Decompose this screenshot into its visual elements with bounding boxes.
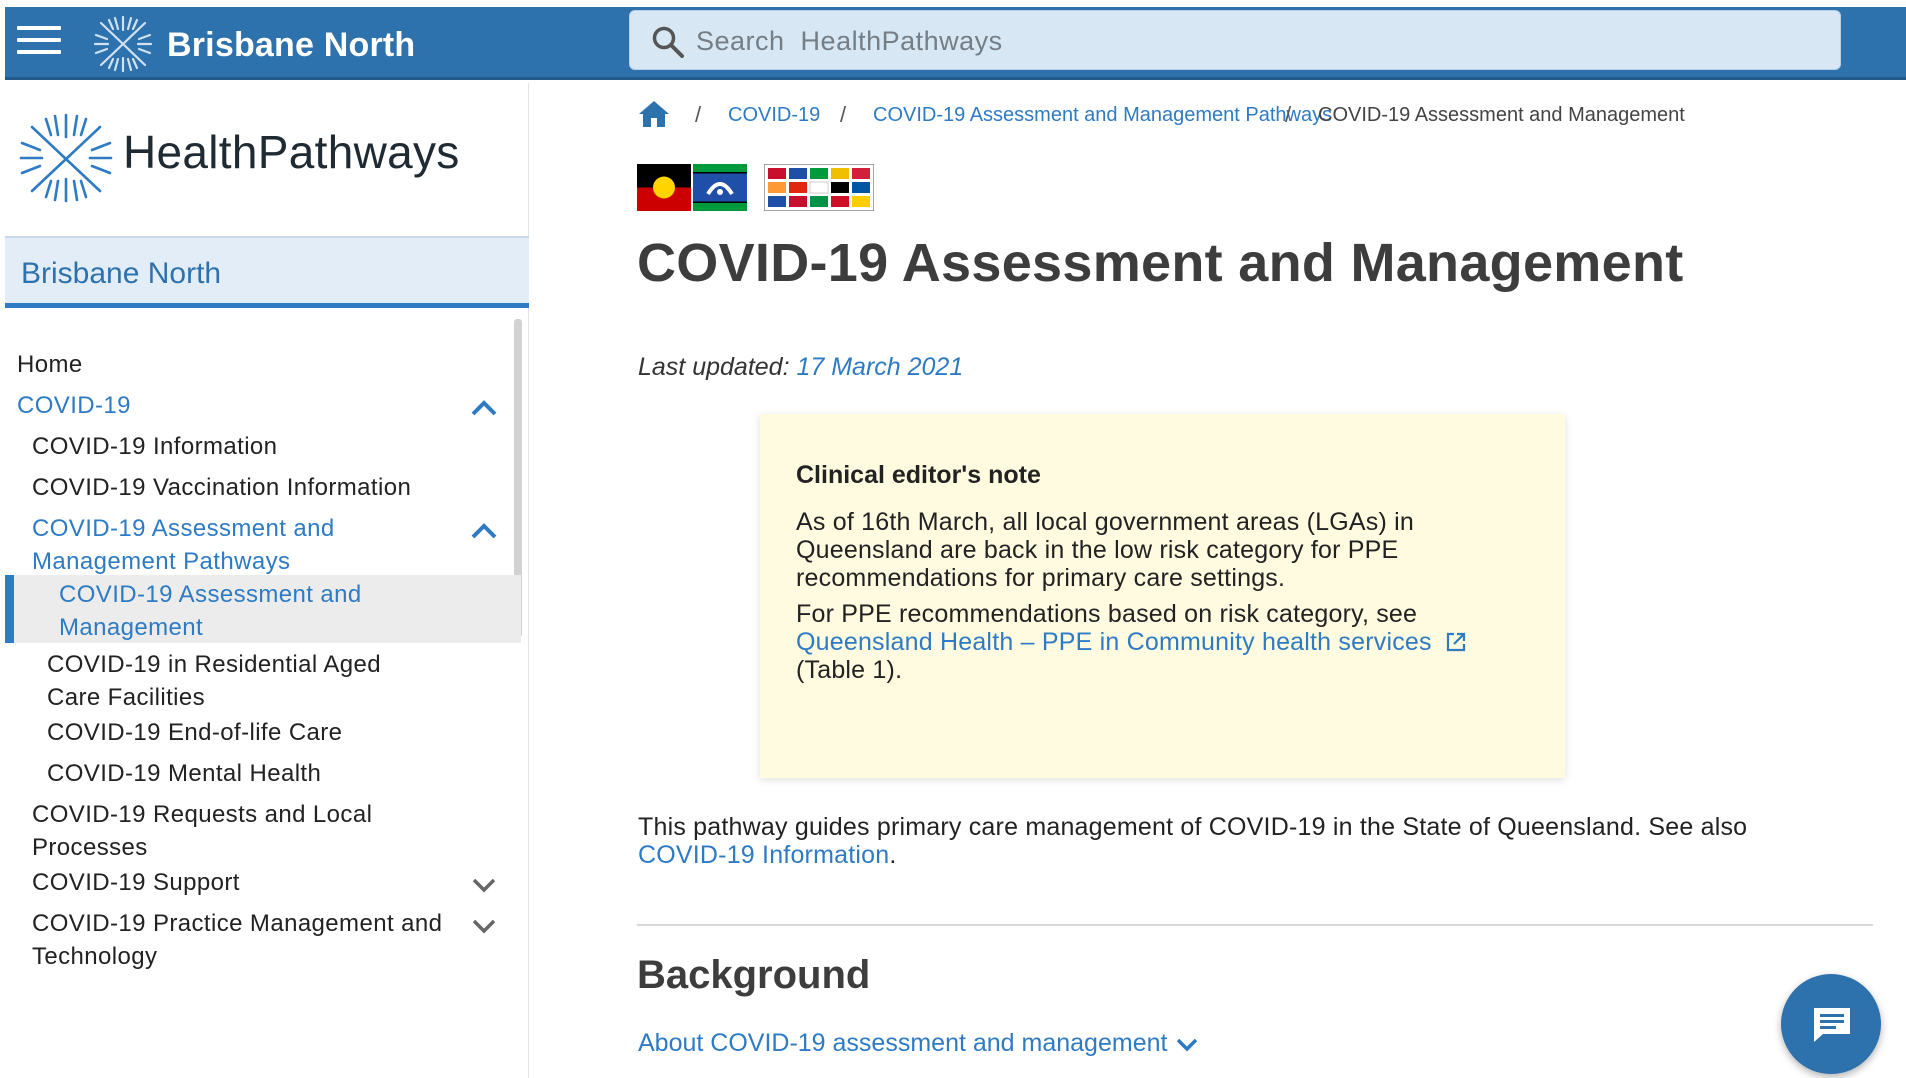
page-title: COVID-19 Assessment and Management bbox=[637, 233, 1684, 293]
breadcrumb-separator: / bbox=[695, 102, 702, 127]
chevron-down-icon[interactable] bbox=[469, 915, 499, 937]
sidebar-item-practice-management[interactable]: COVID-19 Practice Management and Technol… bbox=[5, 907, 521, 973]
chat-button[interactable] bbox=[1781, 974, 1881, 1074]
region-bar[interactable]: Brisbane North bbox=[5, 236, 529, 308]
intro-line: This pathway guides primary care managem… bbox=[638, 813, 1748, 841]
sidebar-item-covid19-information[interactable]: COVID-19 Information bbox=[5, 430, 521, 463]
breadcrumb-covid19[interactable]: COVID-19 bbox=[728, 104, 820, 127]
sidebar-item-label: COVID-19 Information bbox=[32, 433, 278, 460]
sidebar-item-residential-aged-care[interactable]: COVID-19 in Residential Aged Care Facili… bbox=[5, 648, 521, 714]
sidebar-item-label: COVID-19 bbox=[17, 392, 131, 419]
chevron-down-icon bbox=[1177, 1038, 1198, 1052]
chevron-up-icon[interactable] bbox=[469, 397, 499, 419]
chevron-up-icon[interactable] bbox=[469, 520, 499, 542]
region-label: Brisbane North bbox=[21, 257, 222, 290]
last-updated-date[interactable]: 17 March 2021 bbox=[796, 353, 963, 381]
sidebar-item-covid19-vaccination[interactable]: COVID-19 Vaccination Information bbox=[5, 471, 521, 504]
sidebar-item-label: COVID-19 Assessment and Management Pathw… bbox=[32, 515, 335, 575]
sidebar-item-label: COVID-19 Mental Health bbox=[47, 760, 322, 787]
sidebar-item-home[interactable]: Home bbox=[5, 348, 521, 381]
sidebar-item-mental-health[interactable]: COVID-19 Mental Health bbox=[5, 757, 521, 790]
sidebar-item-label: COVID-19 Vaccination Information bbox=[32, 474, 412, 501]
sidebar-item-label: COVID-19 in Residential Aged Care Facili… bbox=[47, 651, 382, 711]
multicultural-flags-icon[interactable] bbox=[764, 164, 874, 211]
hamburger-menu-icon[interactable] bbox=[17, 26, 61, 62]
sidebar-item-label: COVID-19 Support bbox=[32, 869, 240, 896]
sidebar-item-covid19[interactable]: COVID-19 bbox=[5, 389, 521, 422]
sidebar-item-assessment-management[interactable]: COVID-19 Assessment and Management bbox=[5, 575, 521, 643]
search-icon[interactable] bbox=[651, 25, 685, 59]
note-line: As of 16th March, all local government a… bbox=[796, 508, 1415, 536]
home-icon[interactable] bbox=[637, 98, 671, 130]
sidebar-item-end-of-life[interactable]: COVID-19 End-of-life Care bbox=[5, 716, 521, 749]
divider bbox=[637, 924, 1873, 926]
sidebar-item-label: COVID-19 Practice Management and Technol… bbox=[32, 910, 443, 970]
note-line: Queensland are back in the low risk cate… bbox=[796, 536, 1399, 564]
note-title: Clinical editor's note bbox=[796, 461, 1041, 489]
breadcrumb-assessment-pathways[interactable]: COVID-19 Assessment and Management Pathw… bbox=[873, 104, 1332, 127]
intro-paragraph: This pathway guides primary care managem… bbox=[638, 813, 1888, 869]
last-updated: Last updated: 17 March 2021 bbox=[638, 353, 963, 382]
chat-icon bbox=[1814, 1008, 1850, 1042]
breadcrumb-current: COVID-19 Assessment and Management bbox=[1318, 104, 1685, 126]
sidebar-item-requests-local[interactable]: COVID-19 Requests and Local Processes bbox=[5, 798, 521, 864]
sidebar-nav: Home COVID-19 COVID-19 Information COVID… bbox=[5, 313, 522, 1078]
sidebar-item-label: Home bbox=[17, 351, 83, 378]
qh-ppe-link[interactable]: Queensland Health – PPE in Community hea… bbox=[796, 628, 1432, 656]
region-title[interactable]: Brisbane North bbox=[167, 26, 415, 65]
sidebar-item-label: COVID-19 Requests and Local Processes bbox=[32, 801, 373, 861]
main-content: / COVID-19 / COVID-19 Assessment and Man… bbox=[530, 83, 1906, 1078]
note-line: recommendations for primary care setting… bbox=[796, 564, 1286, 592]
note-paragraph-2: For PPE recommendations based on risk ca… bbox=[796, 600, 1467, 684]
note-paragraph-1: As of 16th March, all local government a… bbox=[796, 508, 1414, 592]
search-input[interactable] bbox=[696, 21, 1796, 61]
indigenous-flags-icon[interactable] bbox=[637, 164, 747, 211]
brand-name[interactable]: HealthPathways bbox=[123, 125, 460, 179]
section-heading-background: Background bbox=[637, 953, 871, 997]
last-updated-label: Last updated: bbox=[638, 353, 790, 381]
healthpathways-logo-icon bbox=[93, 15, 153, 73]
breadcrumb-separator: / bbox=[840, 102, 847, 127]
sidebar-item-label: COVID-19 Assessment and Management bbox=[59, 581, 362, 641]
healthpathways-logo-icon[interactable] bbox=[18, 113, 114, 203]
covid19-information-link[interactable]: COVID-19 Information bbox=[638, 841, 889, 869]
chevron-down-icon[interactable] bbox=[469, 874, 499, 896]
clinical-editor-note: Clinical editor's note As of 16th March,… bbox=[760, 414, 1565, 778]
note-line: For PPE recommendations based on risk ca… bbox=[796, 600, 1418, 628]
note-line: (Table 1). bbox=[796, 656, 903, 684]
sidebar: HealthPathways Brisbane North Home COVID… bbox=[5, 83, 529, 1078]
expander-label: About COVID-19 assessment and management bbox=[638, 1029, 1168, 1057]
top-bar: Brisbane North bbox=[5, 7, 1906, 80]
intro-end: . bbox=[889, 841, 897, 869]
sidebar-item-assessment-pathways[interactable]: COVID-19 Assessment and Management Pathw… bbox=[5, 512, 521, 578]
search-box[interactable] bbox=[629, 10, 1841, 70]
breadcrumb-separator: / bbox=[1285, 102, 1292, 127]
sidebar-item-support[interactable]: COVID-19 Support bbox=[5, 866, 521, 899]
external-link-icon[interactable] bbox=[1445, 631, 1467, 653]
sidebar-item-label: COVID-19 End-of-life Care bbox=[47, 719, 343, 746]
about-expander[interactable]: About COVID-19 assessment and management bbox=[638, 1029, 1199, 1058]
